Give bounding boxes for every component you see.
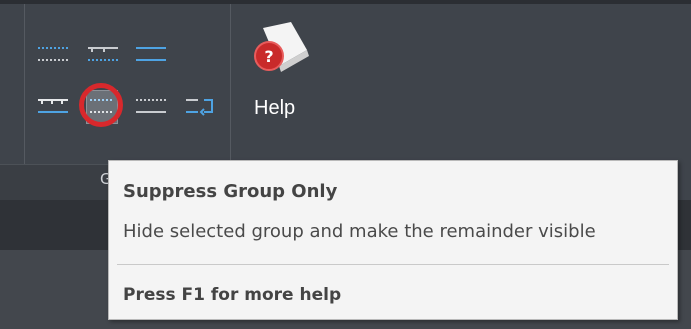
tooltip-description: Hide selected group and make the remaind… bbox=[123, 221, 596, 242]
tooltip-footer: Press F1 for more help bbox=[123, 285, 342, 305]
selection-highlight-circle bbox=[79, 83, 123, 127]
svg-text:?: ? bbox=[264, 47, 273, 66]
isolate-groups-icon[interactable] bbox=[134, 42, 168, 66]
help-book-icon: ? bbox=[254, 22, 309, 72]
hide-groups-icon[interactable] bbox=[86, 42, 120, 66]
reset-groups-icon[interactable] bbox=[184, 94, 218, 118]
help-button[interactable]: ? bbox=[245, 22, 315, 142]
unsuppress-group-icon[interactable] bbox=[134, 94, 168, 118]
show-group-icon[interactable] bbox=[36, 94, 70, 118]
tooltip: Suppress Group Only Hide selected group … bbox=[108, 160, 678, 320]
help-button-label: Help bbox=[254, 97, 296, 119]
tooltip-title: Suppress Group Only bbox=[123, 181, 338, 202]
tooltip-separator bbox=[117, 264, 669, 265]
show-all-groups-icon[interactable] bbox=[36, 42, 70, 66]
